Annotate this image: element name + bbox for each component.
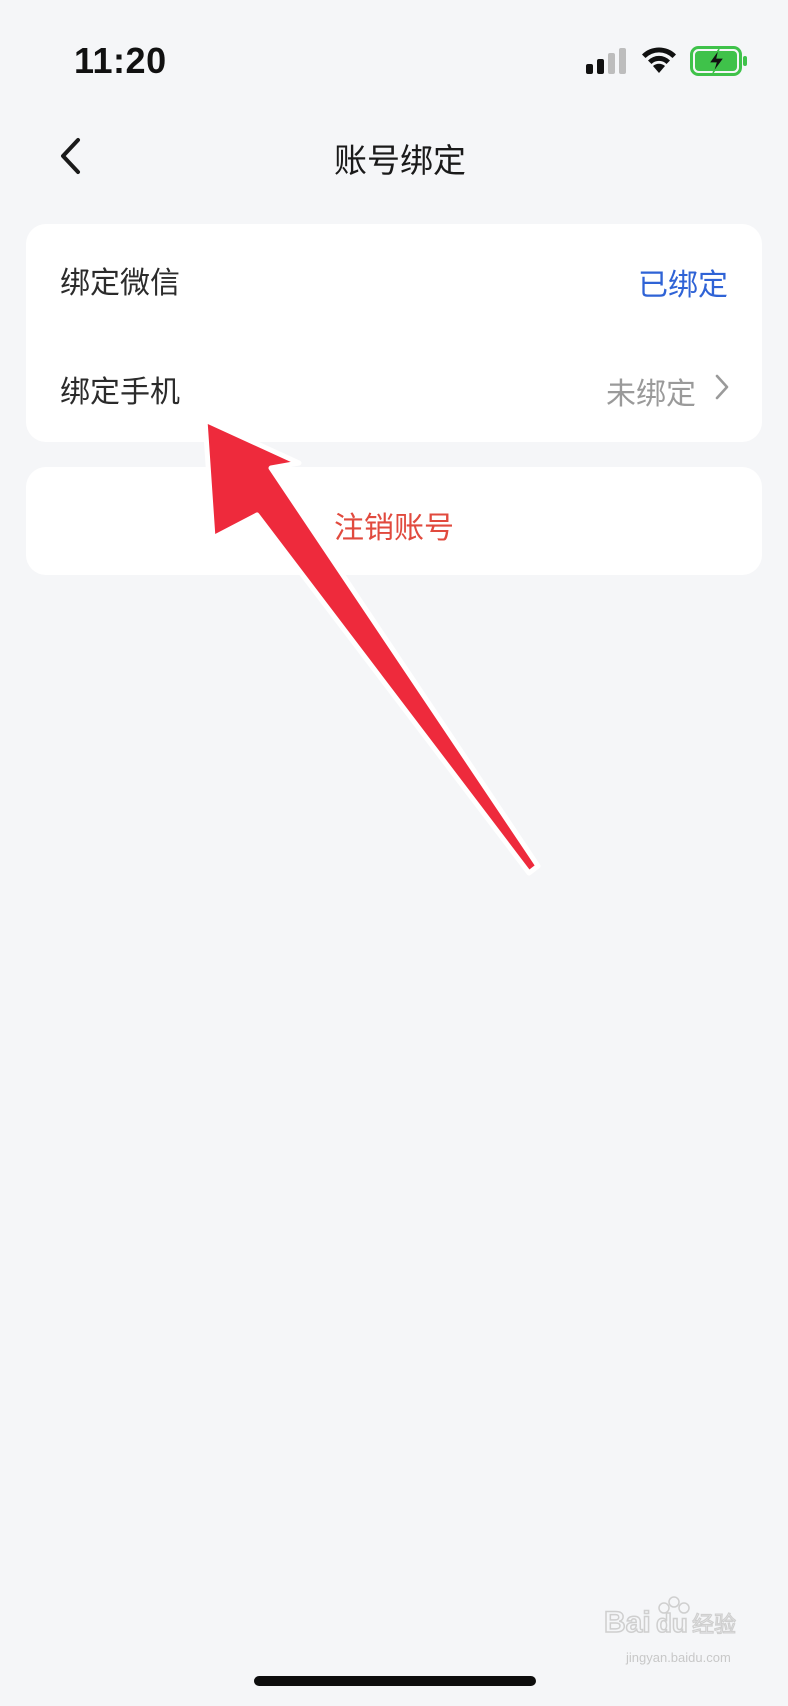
wifi-icon [642, 47, 676, 73]
cancel-account-button[interactable]: 注销账号 [26, 467, 762, 575]
watermark-url: jingyan.baidu.com [626, 1650, 731, 1665]
svg-text:du: du [656, 1608, 688, 1638]
bind-phone-row[interactable]: 绑定手机 未绑定 [26, 333, 762, 442]
account-binding-screen: 11:20 账号绑定 绑定微信 已绑定 绑定手机 未绑定 注销账号 Bai du… [0, 0, 788, 1706]
phone-status: 未绑定 [606, 377, 696, 412]
baidu-watermark-logo: Bai du 经验 [604, 1596, 737, 1640]
bind-wechat-row[interactable]: 绑定微信 已绑定 [26, 224, 762, 333]
bindings-card: 绑定微信 已绑定 绑定手机 未绑定 [26, 224, 762, 442]
signal-icon [586, 48, 626, 74]
svg-text:Bai: Bai [604, 1606, 651, 1639]
bind-phone-label: 绑定手机 [60, 375, 180, 410]
nav-bar: 账号绑定 [0, 110, 788, 210]
wechat-status: 已绑定 [638, 268, 728, 303]
battery-charging-icon [690, 46, 747, 76]
bind-wechat-label: 绑定微信 [60, 266, 180, 301]
status-bar: 11:20 [0, 0, 788, 120]
status-time: 11:20 [74, 40, 167, 81]
chevron-right-icon [715, 374, 729, 400]
cancel-account-label: 注销账号 [334, 511, 454, 546]
home-indicator [254, 1676, 536, 1686]
page-title: 账号绑定 [334, 141, 466, 180]
svg-text:经验: 经验 [692, 1613, 736, 1638]
